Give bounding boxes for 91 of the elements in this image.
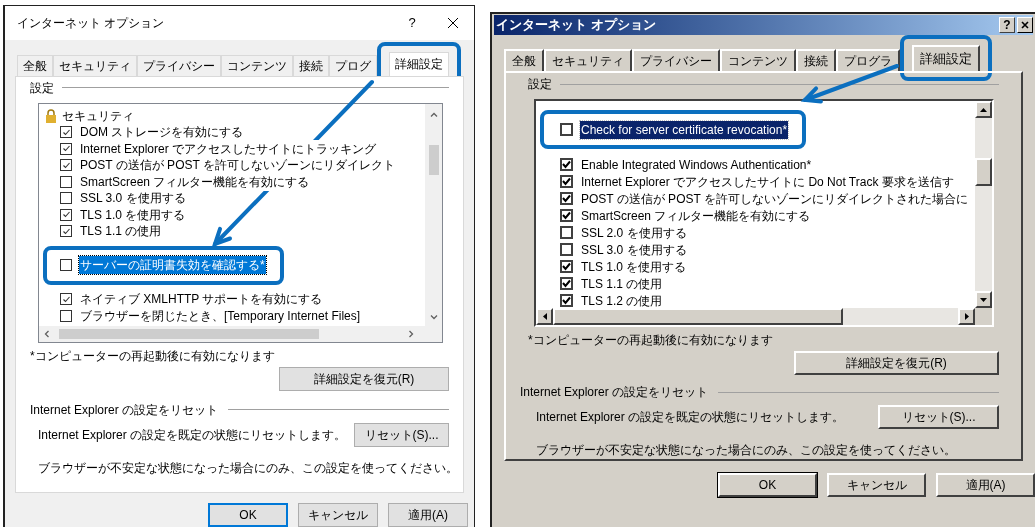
group-label: Internet Explorer の設定をリセット bbox=[520, 384, 709, 401]
tab[interactable]: プログ bbox=[329, 54, 377, 76]
checkbox[interactable] bbox=[60, 259, 72, 272]
tab[interactable]: セキュリティ bbox=[53, 54, 137, 76]
option-label[interactable]: Internet Explorer でアクセスしたサイトにトラッキング bbox=[79, 139, 378, 158]
dialog-button[interactable]: キャンセル bbox=[298, 503, 378, 527]
tab[interactable]: 接続 bbox=[293, 54, 329, 76]
up-arrow-icon bbox=[980, 107, 987, 112]
padlock-icon bbox=[45, 108, 57, 123]
restart-note: *コンピューターの再起動後に有効になります bbox=[30, 347, 276, 365]
vertical-scrollbar[interactable] bbox=[975, 101, 992, 308]
tab[interactable]: プライバシー bbox=[137, 54, 221, 76]
checkbox[interactable] bbox=[60, 175, 72, 188]
scroll-right-button[interactable] bbox=[958, 308, 975, 325]
tab[interactable]: 詳細設定 bbox=[912, 45, 980, 71]
checkbox[interactable] bbox=[60, 208, 72, 221]
close-button[interactable] bbox=[1017, 17, 1033, 33]
scroll-left-button[interactable] bbox=[536, 308, 553, 325]
scroll-down-button[interactable] bbox=[975, 291, 992, 308]
reset-button[interactable]: リセット(S)... bbox=[354, 422, 449, 447]
left-arrow-icon bbox=[542, 313, 547, 320]
option-label[interactable]: ネイティブ XMLHTTP サポートを有効にする bbox=[79, 290, 324, 309]
scroll-up-button[interactable] bbox=[975, 101, 992, 118]
help-button[interactable]: ? bbox=[402, 13, 422, 33]
tab[interactable]: プログラ bbox=[836, 49, 900, 71]
chevron-up-icon bbox=[429, 111, 438, 117]
scroll-thumb[interactable] bbox=[428, 144, 439, 175]
checkbox[interactable] bbox=[560, 209, 573, 222]
checkbox[interactable] bbox=[60, 225, 72, 238]
checkbox[interactable] bbox=[560, 226, 573, 239]
option-label[interactable]: DOM ストレージを有効にする bbox=[79, 123, 245, 142]
option-label[interactable]: サーバーの証明書失効を確認する* bbox=[79, 256, 266, 275]
warning-text: ブラウザーが不安定な状態になった場合にのみ、この設定を使ってください。 bbox=[37, 459, 449, 477]
tab[interactable]: コンテンツ bbox=[221, 54, 293, 76]
close-button[interactable] bbox=[446, 15, 460, 30]
horizontal-scrollbar[interactable] bbox=[39, 325, 442, 342]
restart-note: *コンピューターの再起動後に有効になります bbox=[528, 332, 774, 349]
window-title: インターネット オプション bbox=[496, 16, 657, 35]
option-label[interactable]: POST の送信が POST を許可しないゾーンにリダイレクト bbox=[79, 156, 396, 175]
scroll-thumb[interactable] bbox=[975, 158, 992, 186]
dialog-button[interactable]: キャンセル bbox=[827, 473, 926, 497]
checkbox[interactable] bbox=[560, 192, 573, 205]
reset-button[interactable]: リセット(S)... bbox=[878, 405, 999, 429]
tab[interactable]: 詳細設定 bbox=[389, 51, 449, 76]
reset-description: Internet Explorer の設定を既定の状態にリセットします。 bbox=[536, 409, 845, 426]
checkbox[interactable] bbox=[560, 123, 573, 136]
chevron-right-icon bbox=[409, 329, 414, 338]
dialog-button[interactable]: 適用(A) bbox=[936, 473, 1035, 497]
checkbox[interactable] bbox=[560, 277, 573, 290]
checkbox[interactable] bbox=[60, 192, 72, 205]
close-icon bbox=[1021, 21, 1029, 29]
scroll-thumb[interactable] bbox=[59, 328, 319, 339]
window-title: インターネット オプション bbox=[17, 14, 166, 32]
down-arrow-icon bbox=[980, 297, 987, 302]
checkbox[interactable] bbox=[60, 309, 72, 322]
tab[interactable]: 全般 bbox=[17, 54, 53, 76]
tab[interactable]: 全般 bbox=[504, 49, 544, 71]
checkbox[interactable] bbox=[560, 260, 573, 273]
tab[interactable]: 接続 bbox=[796, 49, 836, 71]
group-label: 設定 bbox=[30, 79, 54, 97]
dialog-button[interactable]: 適用(A) bbox=[388, 503, 468, 527]
checkbox[interactable] bbox=[560, 294, 573, 307]
checkbox[interactable] bbox=[60, 142, 72, 155]
checkbox[interactable] bbox=[560, 158, 573, 171]
checkbox[interactable] bbox=[60, 293, 72, 306]
reset-description: Internet Explorer の設定を既定の状態にリセットします。 bbox=[38, 426, 347, 444]
tab[interactable]: セキュリティ bbox=[544, 49, 632, 71]
close-icon bbox=[447, 16, 459, 29]
chevron-down-icon bbox=[429, 314, 438, 320]
option-label[interactable]: Check for server certificate revocation* bbox=[580, 120, 789, 139]
right-arrow-icon bbox=[964, 313, 969, 320]
checkbox[interactable] bbox=[60, 159, 72, 172]
horizontal-scrollbar[interactable] bbox=[536, 308, 992, 325]
group-label: 設定 bbox=[528, 76, 552, 93]
tab[interactable]: コンテンツ bbox=[720, 49, 796, 71]
restore-defaults-button[interactable]: 詳細設定を復元(R) bbox=[794, 351, 999, 375]
checkbox[interactable] bbox=[560, 175, 573, 188]
scroll-thumb[interactable] bbox=[553, 308, 843, 325]
chevron-left-icon bbox=[44, 329, 49, 338]
dialog-button[interactable]: OK bbox=[208, 503, 288, 527]
dialog-button[interactable]: OK bbox=[718, 473, 817, 497]
vertical-scrollbar[interactable] bbox=[425, 103, 442, 326]
restore-defaults-button[interactable]: 詳細設定を復元(R) bbox=[279, 366, 449, 391]
checkbox[interactable] bbox=[60, 126, 72, 139]
scrollbar-corner bbox=[975, 308, 992, 325]
checkbox[interactable] bbox=[560, 243, 573, 256]
warning-text: ブラウザーが不安定な状態になった場合にのみ、この設定を使ってください。 bbox=[535, 442, 957, 459]
group-label: Internet Explorer の設定をリセット bbox=[30, 401, 219, 419]
help-button[interactable]: ? bbox=[999, 17, 1015, 33]
option-label[interactable]: SSL 3.0 を使用する bbox=[79, 189, 187, 208]
tab[interactable]: プライバシー bbox=[632, 49, 720, 71]
